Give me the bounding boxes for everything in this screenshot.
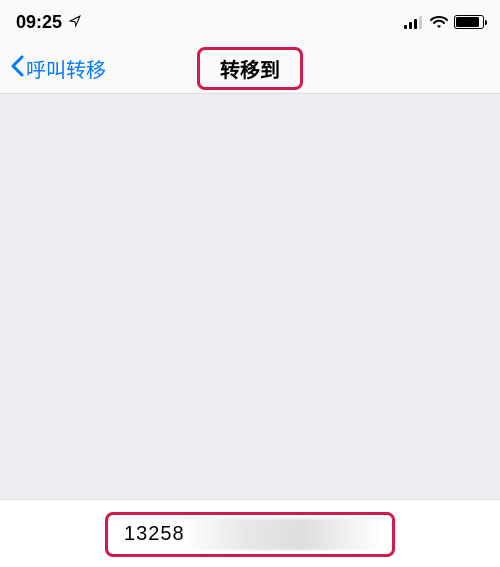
battery-icon	[454, 15, 484, 29]
wifi-icon	[430, 16, 448, 29]
redaction-blur	[183, 519, 382, 550]
chevron-left-icon	[10, 55, 24, 83]
phone-input-row[interactable]: 13258	[0, 499, 500, 567]
back-label: 呼叫转移	[26, 54, 106, 83]
status-time: 09:25	[16, 12, 62, 33]
status-bar: 09:25	[0, 0, 500, 44]
location-icon	[68, 12, 82, 33]
status-left: 09:25	[16, 12, 82, 33]
content-area	[0, 94, 500, 499]
back-button[interactable]: 呼叫转移	[10, 54, 106, 83]
page-title: 转移到	[220, 60, 280, 82]
input-highlight-box: 13258	[105, 512, 395, 557]
status-right	[404, 15, 484, 29]
cellular-signal-icon	[404, 16, 424, 29]
phone-number-value: 13258	[124, 523, 185, 546]
title-highlight-box: 转移到	[197, 47, 303, 90]
nav-bar: 呼叫转移 转移到	[0, 44, 500, 94]
